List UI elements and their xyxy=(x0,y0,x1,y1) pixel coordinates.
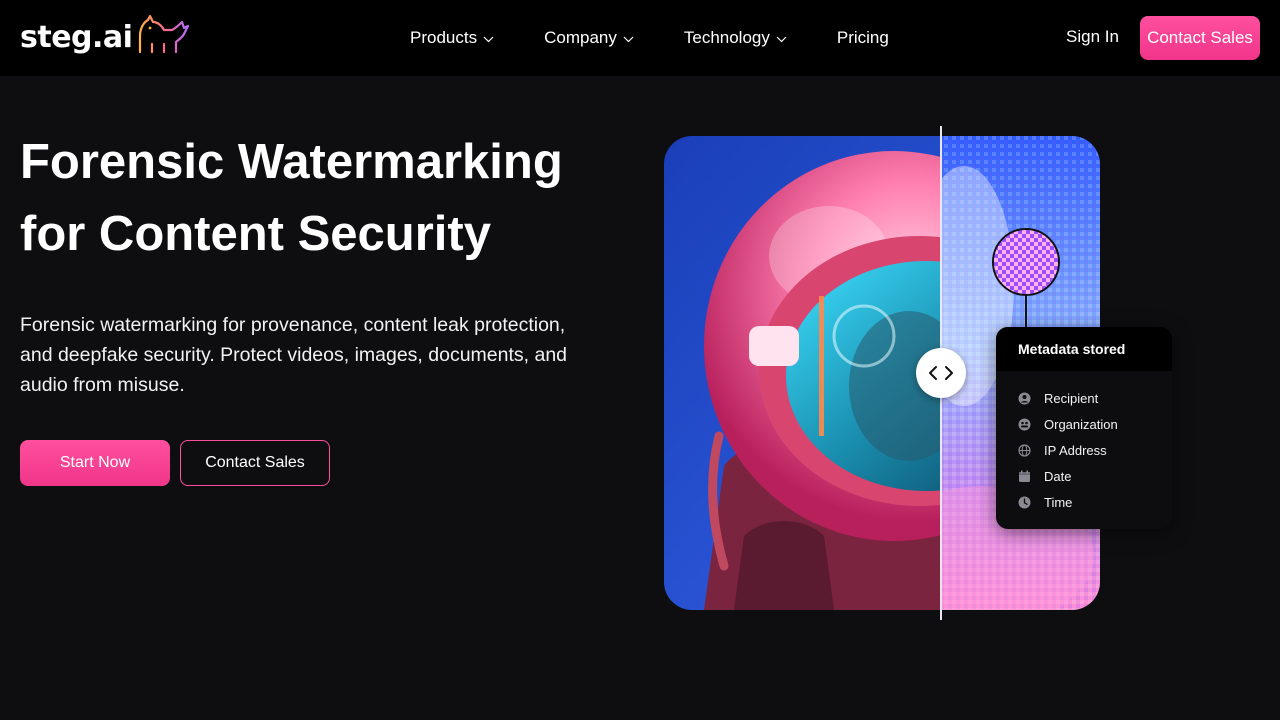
metadata-row-time: Time xyxy=(996,489,1172,515)
sign-in-link[interactable]: Sign In xyxy=(1066,27,1119,47)
nav-item-label: Company xyxy=(544,28,617,47)
top-navbar: steg.ai Products Company Technology Pric… xyxy=(0,0,1280,76)
nav-item-label: Products xyxy=(410,28,478,47)
nav-item-technology[interactable]: Technology xyxy=(684,28,787,48)
globe-icon xyxy=(1018,443,1031,457)
chevron-down-icon xyxy=(776,36,787,43)
calendar-icon xyxy=(1019,470,1030,482)
brand-logo[interactable]: steg.ai xyxy=(20,14,190,60)
chevron-down-icon xyxy=(483,36,494,43)
nav-item-company[interactable]: Company xyxy=(544,28,634,48)
metadata-card-title: Metadata stored xyxy=(996,327,1172,371)
metadata-row-date: Date xyxy=(996,463,1172,489)
nav-item-pricing[interactable]: Pricing xyxy=(837,28,889,48)
comparison-slider-handle[interactable] xyxy=(916,348,966,398)
chevron-left-right-icon xyxy=(929,366,953,380)
hero-title-line-1: Forensic Watermarking xyxy=(20,135,563,189)
metadata-label: IP Address xyxy=(1044,442,1107,458)
brand-name: steg.ai xyxy=(20,19,133,55)
metadata-card: Metadata stored Recipient Organization I… xyxy=(996,327,1172,529)
start-now-button[interactable]: Start Now xyxy=(20,440,170,486)
metadata-connector-line xyxy=(1025,294,1027,328)
nav-item-label: Pricing xyxy=(836,28,889,47)
metadata-label: Date xyxy=(1044,468,1072,484)
metadata-row-organization: Organization xyxy=(996,411,1172,437)
cat-logo-icon xyxy=(136,14,190,61)
metadata-label: Time xyxy=(1044,494,1073,510)
metadata-list: Recipient Organization IP Address Date T… xyxy=(996,371,1172,515)
hero-title-line-2: for Content Security xyxy=(20,207,491,261)
chevron-down-icon xyxy=(623,36,634,43)
metadata-row-recipient: Recipient xyxy=(996,385,1172,411)
user-circle-icon xyxy=(1018,392,1031,404)
clock-icon xyxy=(1018,496,1031,508)
hero-subtitle: Forensic watermarking for provenance, co… xyxy=(20,314,568,396)
nav-item-products[interactable]: Products xyxy=(410,28,494,48)
organization-icon xyxy=(1018,418,1031,430)
metadata-label: Organization xyxy=(1044,416,1118,432)
nav-item-label: Technology xyxy=(683,28,770,47)
nav-links: Products Company Technology Pricing xyxy=(410,0,889,76)
watermark-zoom-circle xyxy=(992,228,1060,296)
hero-contact-sales-button[interactable]: Contact Sales xyxy=(180,440,330,486)
metadata-row-ip-address: IP Address xyxy=(996,437,1172,463)
metadata-label: Recipient xyxy=(1044,390,1099,406)
hero-title: Forensic Watermarking for Content Securi… xyxy=(20,126,620,270)
contact-sales-button[interactable]: Contact Sales xyxy=(1140,16,1260,60)
